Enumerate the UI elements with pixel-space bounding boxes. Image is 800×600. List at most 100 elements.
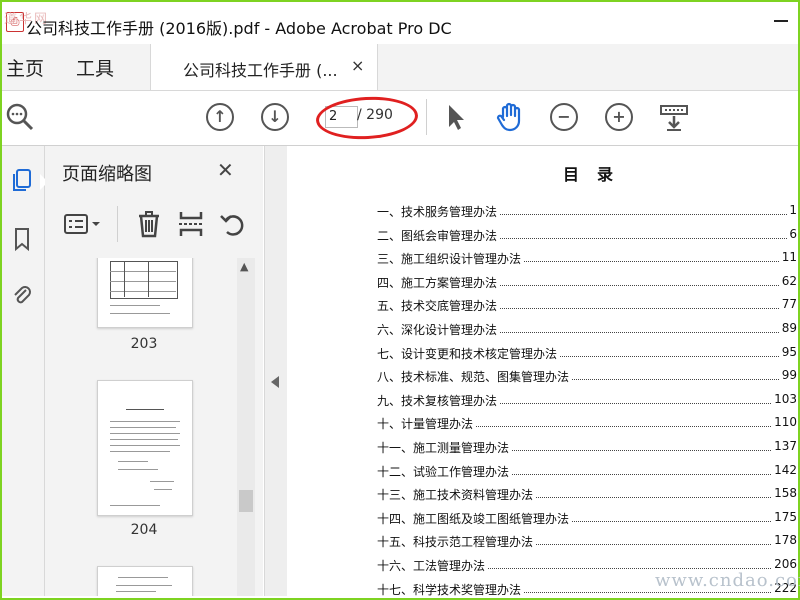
minimize-icon[interactable]: [774, 12, 790, 28]
toc-entry-title: 九、技术复核管理办法: [377, 391, 500, 409]
title-bar: ⎙ 道华网 公司科技工作手册 (2016版).pdf - Adobe Acrob…: [2, 2, 798, 44]
select-tool-button[interactable]: [440, 101, 472, 133]
bookmark-icon[interactable]: [10, 226, 34, 252]
toc-entry[interactable]: 二、图纸会审管理办法 6: [377, 225, 797, 249]
toc-entry-title: 十六、工法管理办法: [377, 556, 488, 574]
page-thumbnail[interactable]: [97, 380, 193, 516]
tab-row: 主页 工具 公司科技工作手册 (... ×: [2, 44, 798, 91]
toc-entry-page: 175: [772, 509, 797, 524]
page-number-input[interactable]: 2: [325, 106, 358, 128]
page-navigator: 2 / 290: [317, 102, 413, 132]
options-menu-button[interactable]: [61, 208, 105, 240]
toc-entry-page: 137: [772, 438, 797, 453]
toc-entry-title: 五、技术交底管理办法: [377, 297, 500, 315]
scroll-mode-icon: [660, 105, 688, 131]
toc-entry-title: 一、技术服务管理办法: [377, 203, 500, 220]
scrollbar-thumb[interactable]: [239, 490, 253, 512]
toc-entry[interactable]: 十、计量管理办法 110: [377, 413, 797, 437]
rotate-icon: [220, 215, 244, 236]
toc-entry-page: 77: [779, 297, 797, 312]
rotate-pages-button[interactable]: [217, 208, 249, 240]
toolbar: ↑ ↓ 2 / 290 − +: [2, 91, 798, 146]
search-button[interactable]: [4, 101, 36, 133]
toc-entry[interactable]: 三、施工组织设计管理办法 11: [377, 248, 797, 272]
scroll-mode-button[interactable]: [658, 101, 690, 133]
thumbnail-scrollbar[interactable]: ▲: [237, 258, 255, 596]
tab-document[interactable]: 公司科技工作手册 (... ×: [150, 44, 378, 90]
toc-entry[interactable]: 六、深化设计管理办法 89: [377, 319, 797, 343]
arrow-up-icon: ↑: [206, 103, 234, 131]
page-thumbnails-icon[interactable]: [10, 168, 34, 194]
panel-divider: [117, 206, 118, 242]
tab-document-label: 公司科技工作手册 (...: [183, 61, 338, 80]
toc-entry-title: 七、设计变更和技术核定管理办法: [377, 344, 560, 362]
zoom-out-button[interactable]: −: [548, 101, 580, 133]
window-title: 公司科技工作手册 (2016版).pdf - Adobe Acrobat Pro…: [26, 19, 452, 38]
hand-icon: [496, 102, 521, 132]
toc-entry-page: 99: [779, 368, 797, 383]
toc-entry-page: 206: [772, 556, 797, 571]
close-panel-icon[interactable]: ✕: [217, 158, 234, 182]
toc-entry[interactable]: 十一、施工测量管理办法 137: [377, 437, 797, 461]
page-thumbnail[interactable]: [97, 566, 193, 596]
thumbnail-label: 204: [130, 522, 158, 538]
toc-entry[interactable]: 八、技术标准、规范、图集管理办法 99: [377, 366, 797, 390]
toc-entry-page: 158: [772, 486, 797, 501]
toc-entry[interactable]: 十二、试验工作管理办法 142: [377, 461, 797, 485]
thumbnail-label: 203: [130, 336, 158, 352]
previous-page-button[interactable]: ↑: [204, 101, 236, 133]
zoom-in-icon: +: [605, 103, 633, 131]
toc-entry-page: 6: [787, 226, 797, 241]
toc-entry-title: 十四、施工图纸及竣工图纸管理办法: [377, 509, 572, 527]
menu-tools[interactable]: 工具: [76, 54, 114, 81]
toc-entry-title: 三、施工组织设计管理办法: [377, 250, 524, 268]
menu-home[interactable]: 主页: [6, 54, 44, 81]
toc-entry-title: 十一、施工测量管理办法: [377, 438, 512, 456]
toc-entry-page: 11: [779, 250, 797, 265]
toc-entry[interactable]: 五、技术交底管理办法 77: [377, 295, 797, 319]
scroll-up-icon[interactable]: ▲: [240, 260, 248, 273]
toc-entry[interactable]: 九、技术复核管理办法 103: [377, 390, 797, 414]
toc-entry-title: 十三、施工技术资料管理办法: [377, 486, 536, 504]
toc-entry-page: 142: [772, 462, 797, 477]
insert-pages-button[interactable]: [175, 208, 207, 240]
page-thumbnail[interactable]: [97, 258, 193, 328]
next-page-button[interactable]: ↓: [259, 101, 291, 133]
page-total: / 290: [357, 107, 393, 123]
toc-title: 目录: [563, 165, 632, 184]
toc-entry-page: 1: [787, 203, 797, 217]
toc-entry-page: 89: [779, 320, 797, 335]
close-tab-icon[interactable]: ×: [351, 56, 364, 75]
toc-entry-title: 十二、试验工作管理办法: [377, 462, 512, 480]
arrow-down-icon: ↓: [261, 103, 289, 131]
toc-entry-page: 62: [779, 273, 797, 288]
toc-entry[interactable]: 十五、科技示范工程管理办法 178: [377, 531, 797, 555]
toc-entry[interactable]: 十三、施工技术资料管理办法 158: [377, 484, 797, 508]
hand-tool-button[interactable]: [494, 101, 526, 133]
panel-title: 页面缩略图: [62, 164, 152, 185]
search-icon: [6, 103, 34, 131]
toc-entry-page: 95: [779, 344, 797, 359]
thumbnail-list: 203 204: [45, 258, 237, 596]
collapse-arrow-icon[interactable]: [271, 376, 279, 388]
options-list-icon: [64, 214, 100, 234]
toc-entry-title: 十、计量管理办法: [377, 415, 476, 433]
arrow-cursor-icon: [449, 105, 464, 130]
toc-entry-page: 103: [772, 391, 797, 406]
toc-entry-title: 六、深化设计管理办法: [377, 320, 500, 338]
zoom-in-button[interactable]: +: [603, 101, 635, 133]
toc-entry[interactable]: 一、技术服务管理办法 1: [377, 201, 797, 225]
toc-entry-title: 四、施工方案管理办法: [377, 273, 500, 291]
toc-list: 一、技术服务管理办法 1 二、图纸会审管理办法 6 三、施工组织设计管理办法 11 四、施工…: [377, 201, 797, 596]
document-view[interactable]: 目录 一、技术服务管理办法 1 二、图纸会审管理办法 6 三、施工组织设计管理办法 11 四…: [287, 146, 798, 596]
trash-icon: [139, 211, 159, 238]
panel-collapse-splitter[interactable]: [264, 146, 288, 596]
delete-pages-button[interactable]: [133, 208, 165, 240]
insert-pages-icon: [179, 212, 203, 236]
attachment-icon[interactable]: [10, 282, 34, 308]
toc-entry[interactable]: 四、施工方案管理办法 62: [377, 272, 797, 296]
toc-entry[interactable]: 七、设计变更和技术核定管理办法 95: [377, 343, 797, 367]
navigation-rail: [2, 146, 48, 596]
toc-entry[interactable]: 十四、施工图纸及竣工图纸管理办法 175: [377, 508, 797, 532]
zoom-out-icon: −: [550, 103, 578, 131]
